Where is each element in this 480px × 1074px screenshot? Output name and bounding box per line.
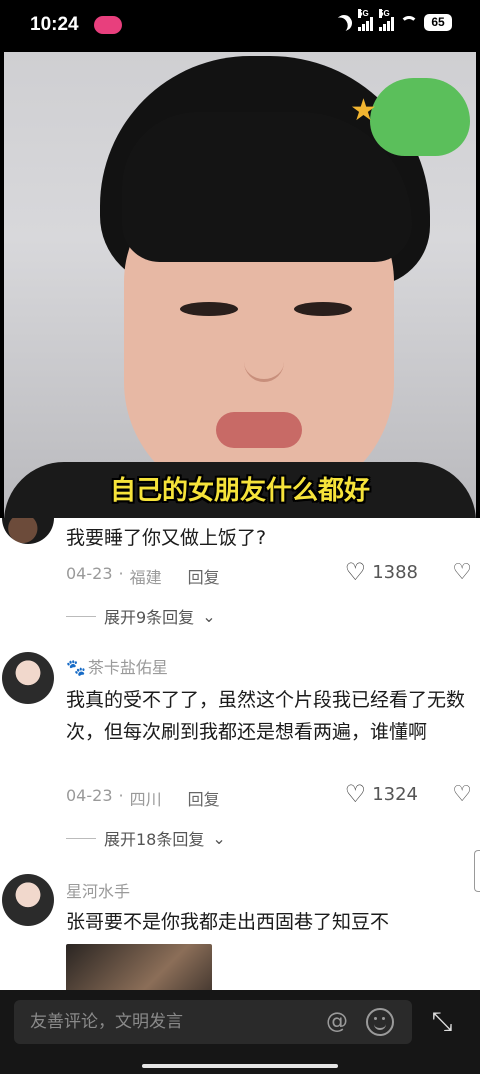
heart-icon: ♡ [344,780,367,808]
reply-button[interactable]: 回复 [188,786,220,810]
broken-heart-icon[interactable]: ♡ [452,782,472,807]
dot-separator: · [118,564,124,583]
at-icon[interactable]: @ [324,1009,350,1035]
avatar[interactable] [2,874,54,926]
broken-heart-icon[interactable]: ♡ [452,560,472,585]
signal-icon-2: 5G [379,8,394,31]
expand-replies-label: 展开18条回复 [104,830,205,849]
comment-username[interactable]: 🐾 茶卡盐佑星 [66,654,168,678]
app-notification-icon [94,16,122,34]
comment-image[interactable] [66,944,212,990]
comment-location: 福建 [129,568,162,587]
video-caption: 自己的女朋友什么都好 [109,476,370,506]
like-count: 1388 [372,561,418,583]
home-indicator[interactable] [142,1064,338,1068]
video-player[interactable]: ★ 自己的女朋友什么都好 [4,52,476,518]
comment-meta: 04-23 · 福建 回复 [66,564,220,588]
signal-icon: 5G [358,8,373,31]
chevron-down-icon: ⌄ [202,606,216,626]
video-frame-eye-left [180,302,238,316]
battery-indicator: 65 [424,14,452,31]
emoji-icon[interactable] [366,1008,394,1036]
collapse-icon[interactable]: ⤡ [420,1000,464,1044]
star-icon: ★ [350,93,377,128]
divider-line [66,615,96,617]
heart-icon: ♡ [344,558,367,586]
status-indicators: 5G 5G 65 [333,8,452,34]
expand-replies-button[interactable]: 展开18条回复 ⌄ [66,826,226,850]
video-frame-nose [244,322,284,382]
comment-input-bar: @ ⤡ [0,990,480,1074]
reply-button[interactable]: 回复 [188,564,220,588]
status-time: 10:24 [30,14,79,35]
like-button[interactable]: ♡ 1324 [345,782,418,806]
comment-meta: 04-23 · 四川 回复 [66,786,220,810]
video-frame-mouth [216,412,302,448]
status-bar: 10:24 5G 5G 65 [0,0,480,52]
do-not-disturb-icon [333,12,355,34]
comment-date: 04-23 [66,786,113,805]
comment-username[interactable]: 星河水手 [66,878,130,902]
paw-icon: 🐾 [66,658,86,677]
comment-input[interactable] [30,1000,320,1044]
like-button[interactable]: ♡ 1388 [345,560,418,584]
comment-text: 我真的受不了了，虽然这个片段我已经看了无数次，但每次刷到我都还是想看两遍，谁懂啊 [66,689,466,743]
comment-date: 04-23 [66,564,113,583]
comment-list[interactable]: 我要睡了你又做上饭了? 04-23 · 福建 回复 ♡ 1388 ♡ 展开9条回… [0,518,480,990]
comment-input-box[interactable]: @ [14,1000,412,1044]
avatar[interactable] [2,652,54,704]
like-count: 1324 [372,783,418,805]
comment-text: 我要睡了你又做上饭了? [66,527,267,549]
comment-location: 四川 [129,790,162,809]
chevron-down-icon: ⌄ [212,828,226,848]
expand-replies-label: 展开9条回复 [104,608,195,627]
video-frame-eye-right [294,302,352,316]
christmas-tree-sticker [370,78,470,156]
expand-replies-button[interactable]: 展开9条回复 ⌄ [66,604,216,628]
side-handle[interactable] [474,850,480,892]
comment-text: 张哥要不是你我都走出西固巷了知豆不 [66,911,390,933]
divider-line [66,837,96,839]
avatar[interactable] [2,518,54,544]
wifi-icon [400,16,418,29]
dot-separator: · [118,786,124,805]
